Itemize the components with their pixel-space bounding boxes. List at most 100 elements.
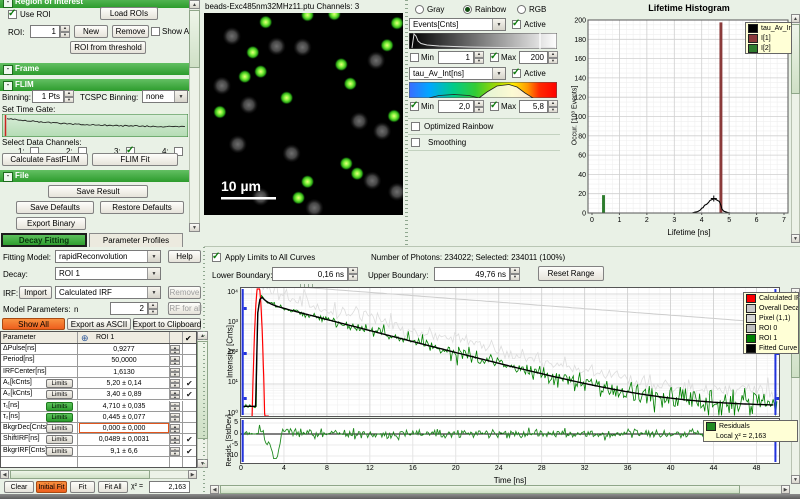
channel1-min-spinner[interactable]: ▲▼ <box>474 51 484 64</box>
radio-rgb[interactable] <box>517 5 526 14</box>
left-panel-scroll-thumb[interactable] <box>189 10 200 68</box>
param-spinner[interactable]: ▲▼ <box>170 368 180 377</box>
tcspc-binning-select[interactable]: none ▼ <box>142 90 188 103</box>
param-value[interactable]: 4,710 ± 0,035 <box>79 401 169 412</box>
scroll-right-icon[interactable]: ▶ <box>188 470 197 479</box>
chevron-down-icon[interactable]: ▼ <box>147 287 160 298</box>
param-spinner[interactable]: ▲▼ <box>170 390 180 399</box>
export-ascii-button[interactable]: Export as ASCII <box>67 318 131 330</box>
param-spinner[interactable]: ▲▼ <box>170 413 180 422</box>
tab-parameter-profiles[interactable]: Parameter Profiles <box>89 233 183 247</box>
channel2-max-field[interactable]: 5,8 <box>519 100 548 113</box>
chann2-min-spinner[interactable]: ▲▼ <box>474 100 484 113</box>
param-spinner[interactable]: ▲▼ <box>170 356 180 365</box>
param-value[interactable]: 0,0489 ± 0,0031 <box>79 434 169 445</box>
channel1-max-checkbox[interactable] <box>490 53 499 62</box>
fit-button[interactable]: Fit <box>70 481 95 493</box>
right-scroll-thumb[interactable] <box>791 24 800 94</box>
check-icon[interactable]: ✔ <box>186 447 193 456</box>
show-all-button[interactable]: Show All <box>2 318 65 330</box>
param-value[interactable]: 50,0000 <box>79 355 169 366</box>
roi-spinner[interactable]: ▲▼ <box>60 25 70 38</box>
param-value[interactable]: 0,9277 <box>79 344 169 355</box>
load-rois-button[interactable]: Load ROIs <box>100 7 158 20</box>
restore-defaults-button[interactable]: Restore Defaults <box>100 201 184 214</box>
decay-plot[interactable] <box>240 287 780 417</box>
radio-rainbow[interactable] <box>463 5 472 14</box>
reset-range-button[interactable]: Reset Range <box>538 266 604 281</box>
scroll-left-icon[interactable]: ◀ <box>0 470 9 479</box>
scroll-right-icon[interactable]: ▶ <box>781 485 790 494</box>
chevron-down-icon[interactable]: ▼ <box>492 68 505 79</box>
channel1-max-field[interactable]: 200 <box>519 51 548 64</box>
limits-button[interactable]: Limits <box>46 447 73 456</box>
use-roi-checkbox[interactable] <box>8 10 17 19</box>
initial-fit-button[interactable]: Initial Fit <box>36 481 67 493</box>
remove-roi-button[interactable]: Remove <box>112 25 149 38</box>
tab-decay-fitting[interactable]: Decay Fitting <box>1 233 87 247</box>
scroll-down-icon[interactable]: ▼ <box>791 234 800 243</box>
time-gate-plot[interactable] <box>2 114 188 137</box>
collapse-icon[interactable]: - <box>3 81 13 91</box>
param-spinner[interactable]: ▲▼ <box>170 447 180 456</box>
scroll-up-icon[interactable]: ▲ <box>791 14 800 23</box>
channel1-min-field[interactable]: 1 <box>438 51 474 64</box>
irf-select[interactable]: Calculated IRF ▼ <box>55 286 161 299</box>
check-icon[interactable]: ✔ <box>186 390 193 399</box>
binning-spinner[interactable]: ▲▼ <box>64 90 74 103</box>
param-value[interactable]: 5,20 ± 0,14 <box>79 378 169 389</box>
channel2-active-checkbox[interactable] <box>512 69 521 78</box>
lower-boundary-field[interactable]: 0,16 ns <box>272 267 348 281</box>
irf-for-all-button[interactable]: IRF for all <box>168 302 201 315</box>
panel-splitter[interactable] <box>405 0 408 246</box>
flim-image[interactable]: 10 µm <box>204 13 403 215</box>
limits-button[interactable]: Limits <box>46 435 73 444</box>
collapse-icon[interactable]: - <box>3 0 13 8</box>
export-clipboard-button[interactable]: Export to Clipboard <box>133 318 201 330</box>
flim-fit-button[interactable]: FLIM Fit <box>92 153 178 166</box>
n-field[interactable]: 2 <box>110 302 148 315</box>
roi-from-threshold-button[interactable]: ROI from threshold <box>70 41 146 54</box>
table-hscroll-thumb[interactable] <box>10 470 150 479</box>
apply-limits-checkbox[interactable] <box>212 253 221 262</box>
show-all-checkbox[interactable] <box>151 27 160 36</box>
irf-remove-button[interactable]: Remove <box>168 286 201 299</box>
intensity-gradient-bar[interactable] <box>409 33 557 49</box>
scroll-down-icon[interactable]: ▼ <box>791 475 800 484</box>
channel1-min-checkbox[interactable] <box>410 53 419 62</box>
export-binary-button[interactable]: Export Binary <box>16 217 86 230</box>
new-roi-button[interactable]: New <box>74 25 108 38</box>
upper-boundary-spinner[interactable]: ▲▼ <box>510 267 520 281</box>
chevron-down-icon[interactable]: ▼ <box>492 19 505 30</box>
param-value[interactable]: 0,445 ± 0,077 <box>79 412 169 423</box>
channel2-min-field[interactable]: 2,0 <box>438 100 474 113</box>
limits-button[interactable]: Limits <box>46 413 73 422</box>
param-spinner[interactable]: ▲▼ <box>170 424 180 433</box>
channel1-max-spinner[interactable]: ▲▼ <box>548 51 558 64</box>
optimized-rainbow-checkbox[interactable] <box>411 122 420 131</box>
fit-all-button[interactable]: Fit All <box>98 481 128 493</box>
globe-icon[interactable]: ⊕ <box>81 333 89 344</box>
collapse-icon[interactable]: - <box>3 172 13 182</box>
channel2-select[interactable]: tau_Av_Int[ns] ▼ <box>409 67 506 80</box>
param-spinner[interactable]: ▲▼ <box>170 402 180 411</box>
binning-field[interactable]: 1 Pts <box>32 90 64 103</box>
lower-boundary-spinner[interactable]: ▲▼ <box>348 267 358 281</box>
section-header-frame[interactable]: - Frame <box>0 63 200 75</box>
n-spinner[interactable]: ▲▼ <box>148 302 158 315</box>
rainbow-gradient-bar[interactable] <box>409 82 557 98</box>
param-value[interactable]: 3,40 ± 0,89 <box>79 389 169 400</box>
param-value[interactable]: 0,000 ± 0,000 <box>79 423 169 433</box>
upper-boundary-field[interactable]: 49,76 ns <box>434 267 510 281</box>
scroll-up-icon[interactable]: ▲ <box>189 0 200 9</box>
decay-select[interactable]: ROI 1 ▼ <box>55 267 161 280</box>
check-icon[interactable]: ✔ <box>186 435 193 444</box>
save-result-button[interactable]: Save Result <box>48 185 148 198</box>
residuals-plot[interactable] <box>240 418 780 464</box>
decay-hscroll-thumb[interactable] <box>220 485 740 494</box>
limits-button[interactable]: Limits <box>46 402 73 411</box>
channel1-select[interactable]: Events[Cnts] ▼ <box>409 18 506 31</box>
param-spinner[interactable]: ▲▼ <box>170 379 180 388</box>
scroll-down-icon[interactable]: ▼ <box>189 223 200 232</box>
limits-button[interactable]: Limits <box>46 379 73 388</box>
